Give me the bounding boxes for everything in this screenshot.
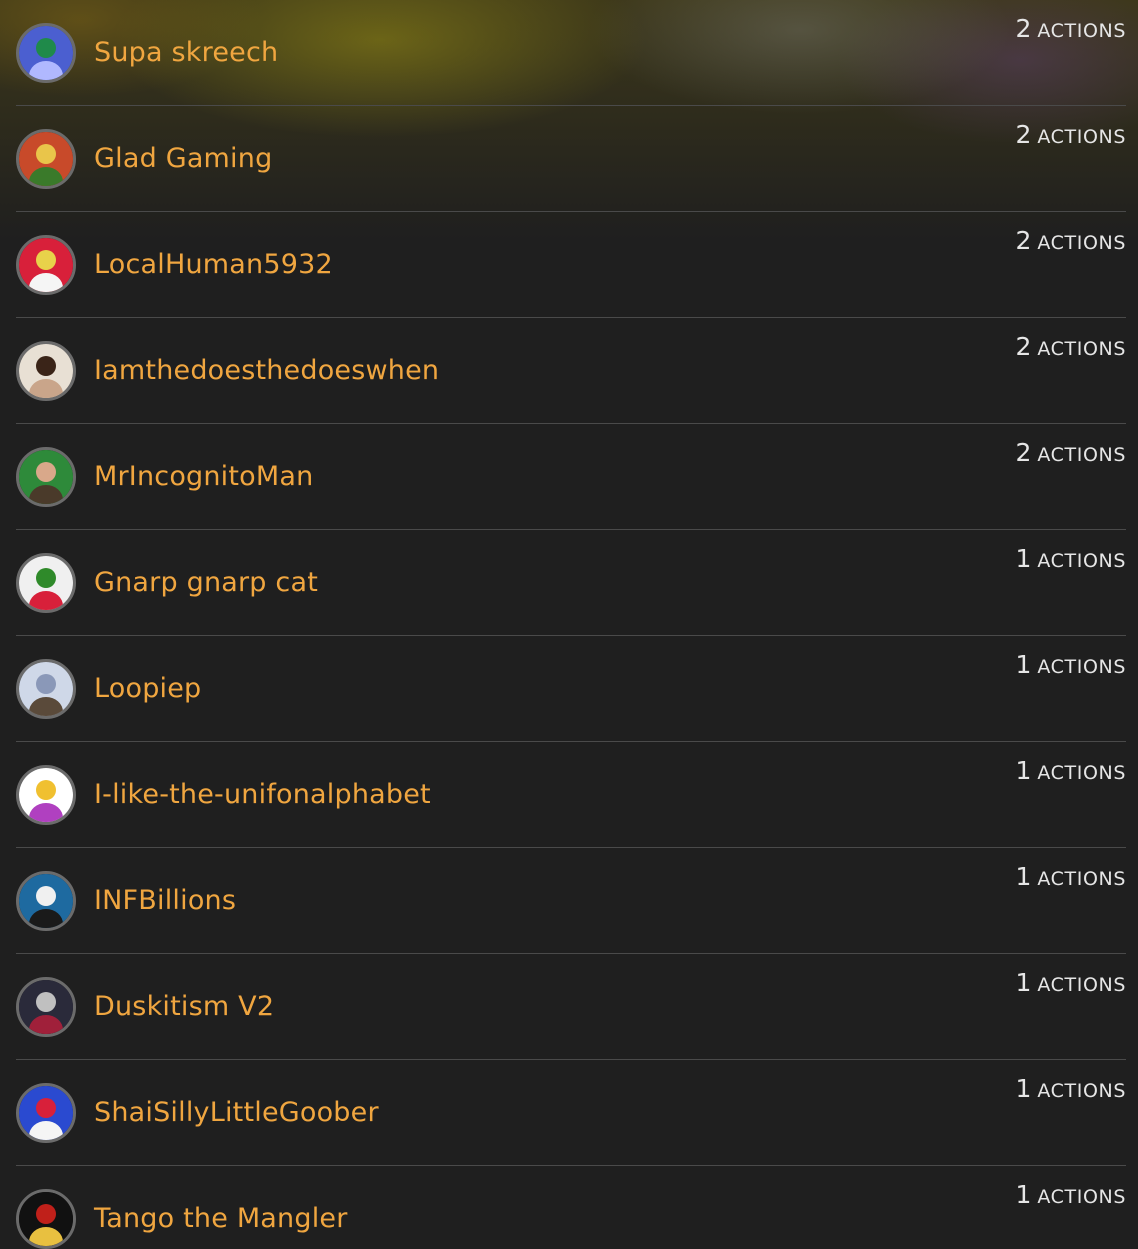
action-count: 2 ACTIONS bbox=[1016, 438, 1126, 467]
yellow-santa-avatar[interactable] bbox=[16, 234, 76, 295]
dark-figure-avatar[interactable] bbox=[16, 1188, 76, 1249]
action-count: 2 ACTIONS bbox=[1016, 226, 1126, 255]
action-count: 1 ACTIONS bbox=[1016, 862, 1126, 891]
action-count-number: 1 bbox=[1015, 1074, 1032, 1103]
action-count-label: ACTIONS bbox=[1037, 126, 1126, 148]
action-count: 1 ACTIONS bbox=[1016, 1180, 1126, 1209]
action-count-number: 1 bbox=[1015, 544, 1032, 573]
username-link[interactable]: INFBillions bbox=[94, 885, 236, 916]
list-item[interactable]: ShaiSillyLittleGoober 1 ACTIONS bbox=[16, 1060, 1126, 1166]
action-count-label: ACTIONS bbox=[1037, 656, 1126, 678]
username-link[interactable]: Supa skreech bbox=[94, 37, 278, 68]
action-count: 1 ACTIONS bbox=[1016, 756, 1126, 785]
list-item[interactable]: I-like-the-unifonalphabet 1 ACTIONS bbox=[16, 742, 1126, 848]
action-count: 1 ACTIONS bbox=[1016, 544, 1126, 573]
list-item[interactable]: Supa skreech 2 ACTIONS bbox=[16, 0, 1126, 106]
action-count-number: 2 bbox=[1015, 120, 1032, 149]
action-count-number: 1 bbox=[1015, 862, 1032, 891]
skull-avatar[interactable] bbox=[16, 976, 76, 1037]
action-count-number: 1 bbox=[1015, 756, 1032, 785]
action-count-label: ACTIONS bbox=[1037, 338, 1126, 360]
username-link[interactable]: Iamthedoesthedoeswhen bbox=[94, 355, 439, 386]
username-link[interactable]: Tango the Mangler bbox=[94, 1203, 348, 1234]
action-count: 2 ACTIONS bbox=[1016, 14, 1126, 43]
action-count: 2 ACTIONS bbox=[1016, 332, 1126, 361]
action-count-label: ACTIONS bbox=[1037, 762, 1126, 784]
action-count-number: 1 bbox=[1015, 1180, 1032, 1209]
blue-figure-avatar[interactable] bbox=[16, 22, 76, 83]
username-link[interactable]: Duskitism V2 bbox=[94, 991, 274, 1022]
username-link[interactable]: ShaiSillyLittleGoober bbox=[94, 1097, 379, 1128]
username-link[interactable]: Loopiep bbox=[94, 673, 201, 704]
list-item[interactable]: Duskitism V2 1 ACTIONS bbox=[16, 954, 1126, 1060]
list-item[interactable]: INFBillions 1 ACTIONS bbox=[16, 848, 1126, 954]
action-count-label: ACTIONS bbox=[1037, 20, 1126, 42]
action-count-label: ACTIONS bbox=[1037, 550, 1126, 572]
list-item[interactable]: Loopiep 1 ACTIONS bbox=[16, 636, 1126, 742]
username-link[interactable]: Gnarp gnarp cat bbox=[94, 567, 318, 598]
christmas-tree-avatar[interactable] bbox=[16, 552, 76, 613]
action-count-label: ACTIONS bbox=[1037, 868, 1126, 890]
action-count-number: 2 bbox=[1015, 332, 1032, 361]
action-count: 1 ACTIONS bbox=[1016, 1074, 1126, 1103]
username-link[interactable]: MrIncognitoMan bbox=[94, 461, 313, 492]
action-count-label: ACTIONS bbox=[1037, 1080, 1126, 1102]
striped-santa-avatar[interactable] bbox=[16, 128, 76, 189]
leaderboard-page: Supa skreech 2 ACTIONS Glad Gaming 2 ACTIO… bbox=[0, 0, 1138, 1249]
robot-face-avatar[interactable] bbox=[16, 870, 76, 931]
dark-hair-avatar[interactable] bbox=[16, 340, 76, 401]
username-link[interactable]: I-like-the-unifonalphabet bbox=[94, 779, 431, 810]
action-count-number: 2 bbox=[1015, 14, 1032, 43]
action-count-label: ACTIONS bbox=[1037, 1186, 1126, 1208]
face-photo-avatar[interactable] bbox=[16, 446, 76, 507]
user-actions-list: Supa skreech 2 ACTIONS Glad Gaming 2 ACTIO… bbox=[16, 0, 1126, 1249]
list-item[interactable]: Glad Gaming 2 ACTIONS bbox=[16, 106, 1126, 212]
list-item[interactable]: Gnarp gnarp cat 1 ACTIONS bbox=[16, 530, 1126, 636]
action-count: 1 ACTIONS bbox=[1016, 650, 1126, 679]
action-count: 1 ACTIONS bbox=[1016, 968, 1126, 997]
waving-man-avatar[interactable] bbox=[16, 658, 76, 719]
action-count-number: 2 bbox=[1015, 226, 1032, 255]
action-count-number: 2 bbox=[1015, 438, 1032, 467]
list-item[interactable]: MrIncognitoMan 2 ACTIONS bbox=[16, 424, 1126, 530]
username-link[interactable]: LocalHuman5932 bbox=[94, 249, 333, 280]
action-count: 2 ACTIONS bbox=[1016, 120, 1126, 149]
list-item[interactable]: LocalHuman5932 2 ACTIONS bbox=[16, 212, 1126, 318]
action-count-number: 1 bbox=[1015, 650, 1032, 679]
blue-santa-avatar[interactable] bbox=[16, 1082, 76, 1143]
list-item[interactable]: Iamthedoesthedoeswhen 2 ACTIONS bbox=[16, 318, 1126, 424]
list-item[interactable]: Tango the Mangler 1 ACTIONS bbox=[16, 1166, 1126, 1249]
action-count-number: 1 bbox=[1015, 968, 1032, 997]
action-count-label: ACTIONS bbox=[1037, 974, 1126, 996]
username-link[interactable]: Glad Gaming bbox=[94, 143, 272, 174]
colorful-blob-avatar[interactable] bbox=[16, 764, 76, 825]
action-count-label: ACTIONS bbox=[1037, 232, 1126, 254]
action-count-label: ACTIONS bbox=[1037, 444, 1126, 466]
